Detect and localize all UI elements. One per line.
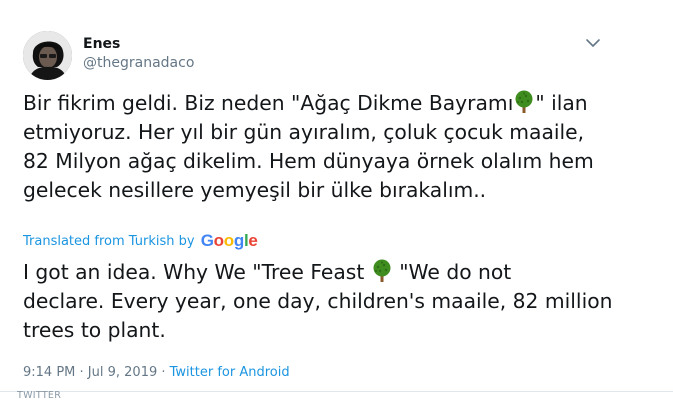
avatar[interactable] [23,31,72,80]
footer-label: TWITTER [17,390,62,401]
text-line: I got an idea. Why We "Tree Feast "We do… [23,259,512,284]
chevron-down-icon[interactable] [585,35,601,49]
meta-separator: · [157,365,170,380]
tweet-date[interactable]: Jul 9, 2019 [88,365,157,380]
tweet-card: Enes @thegranadaco Bir fikrim geldi. Biz… [0,0,673,417]
text-line: declare. Every year, one day, children's… [23,289,613,313]
user-handle[interactable]: @thegranadaco [83,54,194,72]
tree-emoji-icon [371,259,393,283]
tweet-source-link[interactable]: Twitter for Android [170,365,290,380]
tweet-translated-text: I got an idea. Why We "Tree Feast "We do… [23,258,663,345]
meta-separator: · [75,365,88,380]
tweet-time[interactable]: 9:14 PM [23,365,75,380]
text-line: gelecek nesillere yemyeşil bir ülke bıra… [23,178,487,202]
user-name[interactable]: Enes [83,35,120,53]
translation-attribution[interactable]: Translated from Turkish by Google [23,231,258,251]
tree-emoji-icon [513,90,535,114]
google-logo: Google [200,231,258,250]
tweet-original-text: Bir fikrim geldi. Biz neden "Ağaç Dikme … [23,89,663,205]
translated-from-label[interactable]: Translated from Turkish by [23,234,195,249]
divider [0,391,673,392]
tweet-meta: 9:14 PM · Jul 9, 2019 · Twitter for Andr… [23,364,290,382]
avatar-image [23,31,72,80]
text-line: 82 Milyon ağaç dikelim. Hem dünyaya örne… [23,149,594,173]
text-line: Bir fikrim geldi. Biz neden "Ağaç Dikme … [23,90,588,115]
text-line: trees to plant. [23,318,166,342]
text-line: etmiyoruz. Her yıl bir gün ayıralım, çol… [23,120,585,144]
